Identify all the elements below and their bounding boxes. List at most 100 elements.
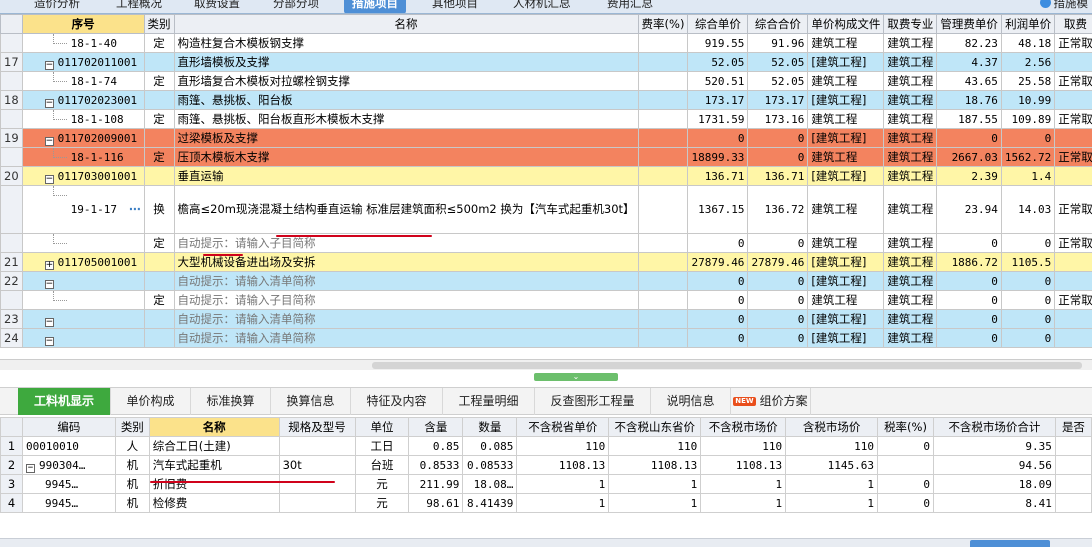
tab-material-summary[interactable]: 人材机汇总 xyxy=(513,0,571,13)
sub-header-market-price[interactable]: 不含税市场价 xyxy=(700,417,787,437)
fee-spec-cell[interactable]: 建筑工程 xyxy=(883,290,938,310)
name-cell[interactable]: 垂直运输 xyxy=(173,166,639,186)
total-cell[interactable]: 52.05 xyxy=(747,71,809,91)
flag-cell[interactable] xyxy=(1054,455,1092,475)
collapse-icon[interactable]: − xyxy=(44,136,54,146)
collapse-icon[interactable]: − xyxy=(44,336,54,346)
content-cell[interactable]: 0.8533 xyxy=(408,455,464,475)
fee-cell[interactable]: 正常取 xyxy=(1054,185,1092,234)
grid-row[interactable]: 18-1-40 定构造柱复合木模板钢支撑 919.55 91.96 建筑工程 建筑工程 82… xyxy=(0,33,1092,53)
seq-cell[interactable]: − xyxy=(21,271,145,291)
fee-cell[interactable] xyxy=(1054,271,1092,291)
tab-measures[interactable]: 措施项目 xyxy=(344,0,406,13)
name-cell[interactable]: 檐高≤20m现浇混凝土结构垂直运输 标准层建筑面积≤500m2 换为【汽车式起重… xyxy=(173,185,639,234)
rate-cell[interactable] xyxy=(637,147,689,167)
tab-quantity-details[interactable]: 工程量明细 xyxy=(443,388,535,415)
sub-header-shandong-price[interactable]: 不含税山东省价 xyxy=(608,417,702,437)
name-cell[interactable]: 检修费 xyxy=(148,493,280,513)
tab-pricing-plan[interactable]: NEW 组价方案 xyxy=(731,388,811,415)
grid-header-name[interactable]: 名称 xyxy=(173,14,639,34)
grid-header-price-doc[interactable]: 单价构成文件 xyxy=(807,14,885,34)
flag-cell[interactable] xyxy=(1054,436,1092,456)
profit-price-cell[interactable]: 0 xyxy=(1000,233,1056,253)
sub-header-name[interactable]: 名称 xyxy=(148,417,280,437)
code-cell[interactable]: 9945… xyxy=(21,474,116,494)
mgmt-price-cell[interactable]: 0 xyxy=(936,309,1002,329)
flag-cell[interactable] xyxy=(1054,474,1092,494)
price-doc-cell[interactable]: [建筑工程] xyxy=(807,90,885,110)
price-doc-cell[interactable]: [建筑工程] xyxy=(807,128,885,148)
mgmt-price-cell[interactable]: 0 xyxy=(936,328,1002,348)
flag-cell[interactable] xyxy=(1054,493,1092,513)
spec-cell[interactable]: 30t xyxy=(278,455,356,475)
market-price-cell[interactable]: 1108.13 xyxy=(700,455,787,475)
unit-price-cell[interactable]: 52.05 xyxy=(687,52,749,72)
sub-header-code[interactable]: 编码 xyxy=(21,417,116,437)
price-doc-cell[interactable]: 建筑工程 xyxy=(807,290,885,310)
shandong-price-cell[interactable]: 1108.13 xyxy=(608,455,702,475)
price-doc-cell[interactable]: 建筑工程 xyxy=(807,185,885,234)
sub-header-tax-rate[interactable]: 税率(%) xyxy=(877,417,934,437)
collapse-icon[interactable]: − xyxy=(44,279,54,289)
sub-header-quantity[interactable]: 数量 xyxy=(462,417,518,437)
type-cell[interactable]: 定 xyxy=(143,109,175,129)
collapse-icon[interactable]: − xyxy=(25,463,35,473)
sub-row[interactable]: 1 00010010 人综合工日(土建) 工日 0.85 0.085 110 110 110 11… xyxy=(0,436,1092,456)
shandong-price-cell[interactable]: 1 xyxy=(608,474,702,494)
fee-cell[interactable]: 正常取 xyxy=(1054,71,1092,91)
unit-cell[interactable]: 台班 xyxy=(354,455,410,475)
fee-spec-cell[interactable]: 建筑工程 xyxy=(883,252,938,272)
mgmt-price-cell[interactable]: 4.37 xyxy=(936,52,1002,72)
mgmt-price-cell[interactable]: 187.55 xyxy=(936,109,1002,129)
mgmt-price-cell[interactable]: 82.23 xyxy=(936,33,1002,53)
fee-cell[interactable] xyxy=(1054,90,1092,110)
quantity-cell[interactable]: 0.085 xyxy=(462,436,518,456)
mgmt-price-cell[interactable]: 0 xyxy=(936,271,1002,291)
collapse-icon[interactable]: − xyxy=(44,98,54,108)
unit-price-cell[interactable]: 0 xyxy=(687,128,749,148)
content-cell[interactable]: 0.85 xyxy=(408,436,464,456)
type-cell[interactable]: 机 xyxy=(114,493,150,513)
name-cell[interactable]: 压顶木模板木支撑 xyxy=(173,147,639,167)
market-total-cell[interactable]: 18.09 xyxy=(933,474,1056,494)
unit-price-cell[interactable]: 1731.59 xyxy=(687,109,749,129)
grid-header-fee[interactable]: 取费 xyxy=(1054,14,1092,34)
quantity-cell[interactable]: 0.08533 xyxy=(462,455,518,475)
profit-price-cell[interactable]: 109.89 xyxy=(1000,109,1056,129)
profit-price-cell[interactable]: 1562.72 xyxy=(1000,147,1056,167)
mgmt-price-cell[interactable]: 1886.72 xyxy=(936,252,1002,272)
total-cell[interactable]: 0 xyxy=(747,328,809,348)
rate-cell[interactable] xyxy=(637,166,689,186)
rate-cell[interactable] xyxy=(637,128,689,148)
price-doc-cell[interactable]: 建筑工程 xyxy=(807,147,885,167)
fee-cell[interactable]: 正常取 xyxy=(1054,147,1092,167)
price-doc-cell[interactable]: [建筑工程] xyxy=(807,271,885,291)
sub-header-provincial-price[interactable]: 不含税省单价 xyxy=(516,417,610,437)
spec-cell[interactable] xyxy=(278,474,356,494)
name-cell[interactable]: 构造柱复合木模板钢支撑 xyxy=(173,33,639,53)
type-cell[interactable]: 定 xyxy=(143,33,175,53)
name-cell[interactable]: 自动提示：请输入清单简称 xyxy=(173,309,639,329)
seq-cell[interactable]: 19-1-17 ⋯ xyxy=(21,185,145,234)
name-cell[interactable]: 过梁模板及支撑 xyxy=(173,128,639,148)
scrollbar-thumb[interactable] xyxy=(372,362,1082,369)
unit-price-cell[interactable]: 173.17 xyxy=(687,90,749,110)
mgmt-price-cell[interactable]: 23.94 xyxy=(936,185,1002,234)
fee-spec-cell[interactable]: 建筑工程 xyxy=(883,109,938,129)
seq-cell[interactable]: −011702023001 xyxy=(21,90,145,110)
tab-labor-material-machine[interactable]: 工料机显示 xyxy=(18,388,111,415)
grid-row[interactable]: 24− 自动提示：请输入清单简称 0 0 [建筑工程] 建筑工程 0 0 xyxy=(0,328,1092,348)
price-doc-cell[interactable]: [建筑工程] xyxy=(807,166,885,186)
unit-price-cell[interactable]: 0 xyxy=(687,309,749,329)
total-cell[interactable]: 0 xyxy=(747,290,809,310)
total-cell[interactable]: 0 xyxy=(747,271,809,291)
profit-price-cell[interactable]: 0 xyxy=(1000,128,1056,148)
unit-cell[interactable]: 工日 xyxy=(354,436,410,456)
fee-spec-cell[interactable]: 建筑工程 xyxy=(883,309,938,329)
fee-cell[interactable]: 正常取 xyxy=(1054,233,1092,253)
fee-spec-cell[interactable]: 建筑工程 xyxy=(883,166,938,186)
fee-spec-cell[interactable]: 建筑工程 xyxy=(883,185,938,234)
fee-cell[interactable] xyxy=(1054,252,1092,272)
profit-price-cell[interactable]: 25.58 xyxy=(1000,71,1056,91)
tab-other-items[interactable]: 其他项目 xyxy=(432,0,478,13)
